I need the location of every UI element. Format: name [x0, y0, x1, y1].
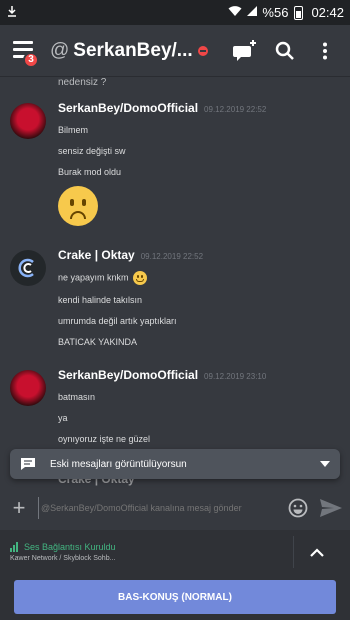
jump-to-present-bar[interactable]: Eski mesajları görüntülüyorsun [10, 449, 340, 479]
message-timestamp: 09.12.2019 23:10 [204, 372, 267, 381]
menu-icon [13, 40, 33, 44]
wifi-icon [228, 5, 242, 20]
search-button[interactable] [270, 36, 300, 66]
download-icon [6, 5, 18, 20]
message-group[interactable]: SerkanBey/DomoOfficial 09.12.2019 22:52 … [0, 101, 350, 226]
message-text: nedensiz ? [58, 77, 107, 88]
message-text: ne yapayım knkm [58, 271, 340, 285]
emoji-picker-button[interactable] [288, 498, 308, 518]
notification-badge: 3 [23, 51, 39, 68]
voice-connection-panel[interactable]: Ses Bağlantısı Kuruldu Kawer Network / S… [0, 530, 350, 574]
send-button[interactable] [320, 498, 342, 517]
message-text: sensiz değişti sw [58, 146, 126, 156]
avatar[interactable] [10, 103, 46, 139]
emoji-icon [288, 498, 308, 517]
avatar[interactable] [10, 250, 46, 286]
signal-icon [246, 5, 258, 20]
chevron-down-icon [320, 461, 330, 467]
message-text: ya [58, 413, 68, 423]
chat-plus-icon [233, 39, 256, 61]
dnd-status-icon [198, 45, 208, 56]
banner-text: Eski mesajları görüntülüyorsun [50, 458, 187, 470]
message-group[interactable]: Crake | Oktay 09.12.2019 22:52 ne yapayı… [0, 248, 350, 348]
voice-channel-name: Kawer Network / Skyblock Sohb... [10, 555, 116, 562]
battery-percent: %56 [262, 5, 289, 20]
add-attachment-button[interactable]: + [8, 496, 30, 519]
message-composer: + [0, 490, 350, 525]
message-author[interactable]: SerkanBey/DomoOfficial [58, 101, 198, 115]
message-list[interactable]: nedensiz ? SerkanBey/DomoOfficial 09.12.… [0, 77, 350, 457]
kebab-menu-icon [323, 42, 327, 59]
new-group-dm-button[interactable] [230, 36, 260, 66]
at-symbol: @ [50, 39, 70, 61]
menu-button[interactable]: 3 [10, 37, 39, 68]
search-icon [275, 41, 294, 60]
message-author[interactable]: SerkanBey/DomoOfficial [58, 368, 198, 382]
more-options-button[interactable] [310, 36, 340, 66]
push-to-talk-button[interactable]: BAS-KONUŞ (NORMAL) [14, 580, 336, 614]
message-input[interactable] [38, 496, 282, 519]
message-timestamp: 09.12.2019 22:52 [140, 252, 204, 261]
message-text: Burak mod oldu [58, 167, 122, 177]
signal-strength-icon [10, 542, 18, 552]
message-text-content: ne yapayım knkm [58, 272, 129, 283]
message-text: batmasın [58, 392, 96, 402]
chevron-up-icon [310, 547, 324, 557]
smiley-emoji [133, 271, 148, 285]
message-text: kendi halinde takılsın [58, 295, 143, 305]
message-timestamp: 09.12.2019 22:52 [204, 105, 267, 114]
send-icon [320, 498, 342, 517]
message-text: umrumda değil artık yaptıkları [58, 316, 177, 326]
avatar[interactable] [10, 370, 46, 406]
battery-icon [294, 5, 304, 20]
channel-title[interactable]: @ SerkanBey/... [50, 40, 192, 62]
push-to-talk-area: BAS-KONUŞ (NORMAL) [0, 574, 350, 620]
channel-name: SerkanBey/... [73, 39, 192, 61]
frowning-face-emoji [58, 186, 98, 226]
message-text: BATICAK YAKINDA [58, 337, 138, 347]
expand-voice-button[interactable] [294, 547, 340, 557]
voice-status-text: Ses Bağlantısı Kuruldu [24, 542, 116, 552]
message-group[interactable]: SerkanBey/DomoOfficial 09.12.2019 23:10 … [0, 368, 350, 445]
status-bar: %56 02:42 [0, 0, 350, 25]
channel-header: 3 @ SerkanBey/... [0, 25, 350, 77]
clock: 02:42 [311, 5, 344, 20]
message-author[interactable]: Crake | Oktay [58, 248, 135, 262]
message-text: oynıyoruz işte ne güzel [58, 434, 151, 444]
message-icon [21, 458, 35, 470]
message-text: Bilmem [58, 125, 89, 135]
